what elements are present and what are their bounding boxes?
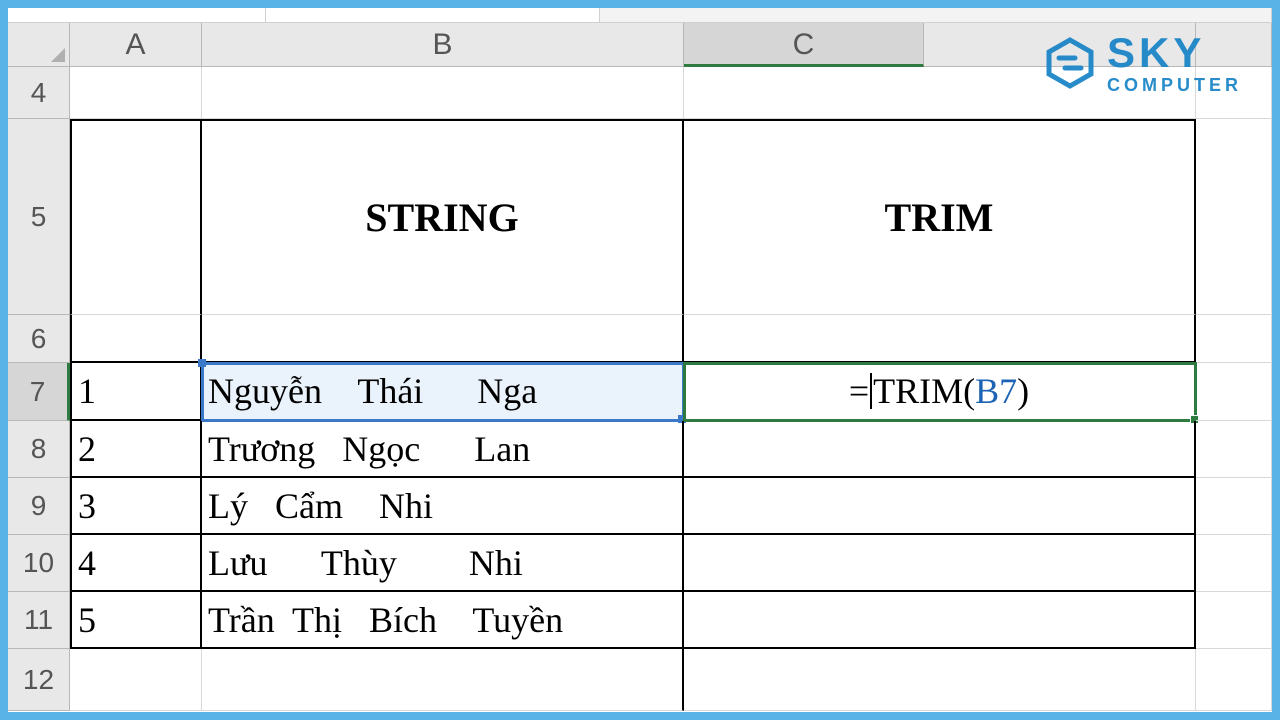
row-8: 8 2 Trương Ngọc Lan — [8, 421, 1272, 478]
cell-C10[interactable] — [684, 535, 1196, 592]
sky-logo-icon — [1043, 36, 1097, 90]
cell-A12[interactable] — [70, 649, 202, 711]
cell-D9[interactable] — [1196, 478, 1272, 535]
row-header-4[interactable]: 4 — [8, 67, 70, 119]
cell-D7[interactable] — [1196, 363, 1272, 421]
cell-D8[interactable] — [1196, 421, 1272, 478]
row-12: 12 — [8, 649, 1272, 711]
row-header-5[interactable]: 5 — [8, 119, 70, 315]
cell-A9[interactable]: 3 — [70, 478, 202, 535]
cell-B5[interactable]: STRING — [202, 119, 684, 315]
watermark-line2: COMPUTER — [1107, 76, 1242, 94]
row-header-6[interactable]: 6 — [8, 315, 70, 363]
app-frame: SKY COMPUTER A B C 4 5 — [8, 8, 1272, 712]
watermark-text: SKY COMPUTER — [1107, 32, 1242, 94]
cell-B9[interactable]: Lý Cẩm Nhi — [202, 478, 684, 535]
row-10: 10 4 Lưu Thùy Nhi — [8, 535, 1272, 592]
row-6: 6 — [8, 315, 1272, 363]
column-header-C[interactable]: C — [684, 23, 924, 67]
ribbon-segment — [8, 8, 266, 22]
cell-A5[interactable] — [70, 119, 202, 315]
column-header-B[interactable]: B — [202, 23, 684, 67]
cell-B12[interactable] — [202, 649, 684, 711]
row-7: 7 1 Nguyễn Thái Nga =TRIM(B7) — [8, 363, 1272, 421]
ribbon-segment — [266, 8, 600, 22]
cell-D10[interactable] — [1196, 535, 1272, 592]
cell-D12[interactable] — [1196, 649, 1272, 711]
cell-C12[interactable] — [684, 649, 1196, 711]
cell-A11[interactable]: 5 — [70, 592, 202, 649]
formula-equals: = — [849, 370, 869, 412]
cell-B7[interactable]: Nguyễn Thái Nga — [202, 363, 684, 421]
cell-B6[interactable] — [202, 315, 684, 363]
cell-D5[interactable] — [1196, 119, 1272, 315]
cell-C6[interactable] — [684, 315, 1196, 363]
formula-ref: B7 — [975, 370, 1017, 412]
cell-B11[interactable]: Trần Thị Bích Tuyền — [202, 592, 684, 649]
cell-A10[interactable]: 4 — [70, 535, 202, 592]
cell-A4[interactable] — [70, 67, 202, 119]
row-header-7[interactable]: 7 — [8, 363, 70, 421]
row-header-11[interactable]: 11 — [8, 592, 70, 649]
row-5: 5 STRING TRIM — [8, 119, 1272, 315]
row-header-12[interactable]: 12 — [8, 649, 70, 711]
row-9: 9 3 Lý Cẩm Nhi — [8, 478, 1272, 535]
cell-C11[interactable] — [684, 592, 1196, 649]
cell-D11[interactable] — [1196, 592, 1272, 649]
cell-C8[interactable] — [684, 421, 1196, 478]
cell-A6[interactable] — [70, 315, 202, 363]
cell-A8[interactable]: 2 — [70, 421, 202, 478]
cell-B4[interactable] — [202, 67, 684, 119]
formula-fn: TRIM( — [873, 370, 975, 412]
cell-C9[interactable] — [684, 478, 1196, 535]
ribbon-edge — [8, 8, 1272, 23]
cell-B8[interactable]: Trương Ngọc Lan — [202, 421, 684, 478]
row-header-8[interactable]: 8 — [8, 421, 70, 478]
row-header-9[interactable]: 9 — [8, 478, 70, 535]
row-header-10[interactable]: 10 — [8, 535, 70, 592]
column-header-A[interactable]: A — [70, 23, 202, 67]
row-11: 11 5 Trần Thị Bích Tuyền — [8, 592, 1272, 649]
watermark-line1: SKY — [1107, 32, 1242, 74]
cell-B10[interactable]: Lưu Thùy Nhi — [202, 535, 684, 592]
text-cursor-icon — [870, 373, 872, 409]
select-all-triangle[interactable] — [8, 23, 70, 67]
cell-A7[interactable]: 1 — [70, 363, 202, 421]
ribbon-segment — [600, 8, 1272, 22]
cell-D6[interactable] — [1196, 315, 1272, 363]
spreadsheet: A B C 4 5 STRING TRIM 6 — [8, 8, 1272, 712]
cell-C7[interactable]: =TRIM(B7) — [684, 363, 1196, 421]
cell-C5[interactable]: TRIM — [684, 119, 1196, 315]
formula-close: ) — [1017, 370, 1029, 412]
watermark-logo: SKY COMPUTER — [1043, 32, 1242, 94]
